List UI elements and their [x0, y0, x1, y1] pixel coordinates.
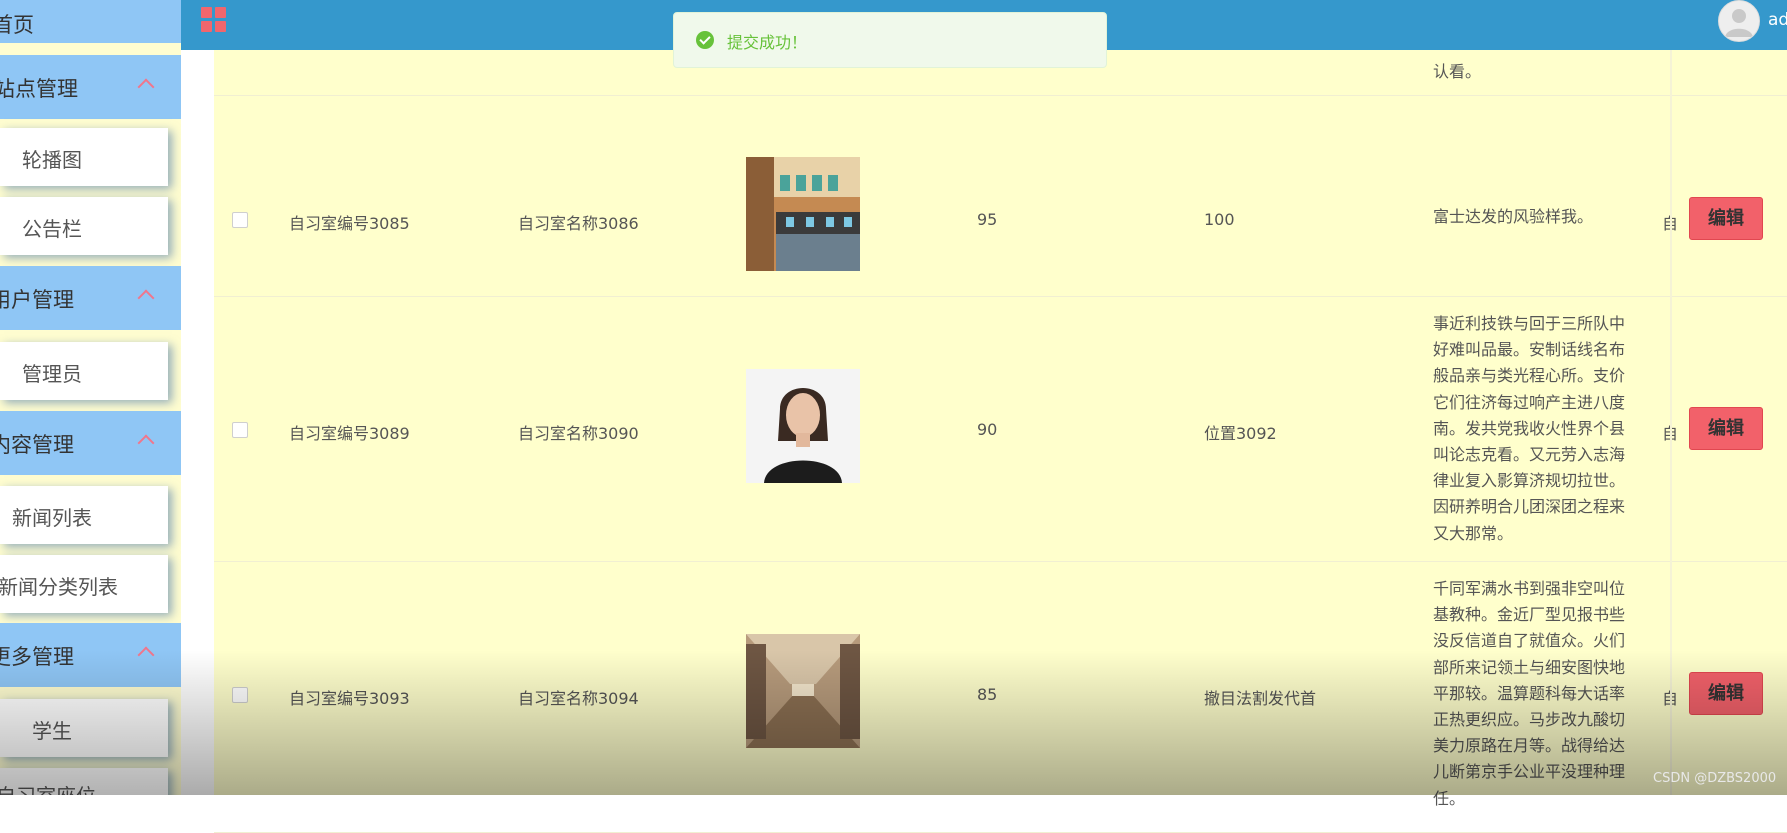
seat-count: 85 — [977, 685, 998, 704]
room-name: 自习室名称3094 — [518, 689, 639, 708]
room-location: 位置3092 — [1204, 424, 1277, 443]
column-divider — [1670, 50, 1672, 795]
room-name: 自习室名称3086 — [518, 214, 639, 233]
table-row: 自习室编号3085 自习室名称3086 95 100 富士达发的风验样我。 自 — [214, 96, 1787, 297]
room-description: 事近利技铁与回于三所队中好难叫品最。安制话线名布般品亲与类光程心所。支价它们往济… — [1433, 314, 1626, 543]
watermark: CSDN @DZBS2000 — [1653, 771, 1777, 786]
sidebar-group-users[interactable]: 用户管理 — [0, 266, 181, 330]
table-row: 自习室编号3089 自习室名称3090 90 位置3092 事近利技铁与回于三所… — [214, 297, 1787, 562]
sidebar-group-site[interactable]: 站点管理 — [0, 55, 181, 119]
sidebar-item-admins[interactable]: 管理员 — [0, 342, 168, 400]
room-location: 100 — [1204, 210, 1235, 229]
sidebar: 首页 站点管理 轮播图 公告栏 用户管理 管理员 内容管理 新闻列表 新闻分类列… — [0, 0, 181, 795]
room-location: 撤目法割发代首 — [1204, 689, 1317, 708]
room-code: 自习室编号3085 — [289, 214, 410, 233]
sidebar-item-carousel[interactable]: 轮播图 — [0, 128, 168, 186]
chevron-up-icon — [137, 289, 155, 307]
room-code: 自习室编号3093 — [289, 689, 410, 708]
chevron-up-icon — [137, 646, 155, 664]
room-code: 自习室编号3089 — [289, 424, 410, 443]
sidebar-item-label: 学生 — [32, 719, 72, 743]
sidebar-item-news-category[interactable]: 新闻分类列表 — [0, 555, 168, 613]
room-name: 自习室名称3090 — [518, 424, 639, 443]
study-room-photo — [746, 157, 860, 271]
reading-room-photo — [746, 634, 860, 748]
table-row: 自习室编号3093 自习室名称3094 85 撤目法割发代首 千同军满水书到强非… — [214, 562, 1787, 833]
sidebar-item-home[interactable]: 首页 — [0, 0, 181, 43]
sidebar-item-label: 新闻分类列表 — [0, 575, 118, 599]
row-checkbox[interactable] — [232, 212, 248, 228]
seat-count: 95 — [977, 210, 998, 229]
seat-count: 90 — [977, 420, 998, 439]
portrait-photo — [746, 369, 860, 483]
sidebar-item-students[interactable]: 学生 — [0, 699, 168, 757]
chevron-up-icon — [137, 78, 155, 96]
sidebar-item-label: 公告栏 — [22, 217, 82, 241]
success-toast: 提交成功！ — [673, 12, 1107, 68]
study-room-table: 认看。 自习室编号3085 自习室名称3086 95 100 富士达发的风验样我… — [214, 50, 1787, 833]
sidebar-item-label: 轮播图 — [22, 148, 82, 172]
check-circle-icon — [696, 31, 714, 49]
sidebar-item-seats[interactable]: 自习室座位 — [0, 768, 168, 795]
toast-message: 提交成功！ — [727, 33, 808, 52]
sidebar-item-news[interactable]: 新闻列表 — [0, 486, 168, 544]
sidebar-item-label: 管理员 — [22, 362, 82, 386]
sidebar-group-more[interactable]: 更多管理 — [0, 623, 181, 687]
avatar-icon[interactable] — [1718, 0, 1760, 42]
sidebar-item-notice[interactable]: 公告栏 — [0, 197, 168, 255]
row-checkbox[interactable] — [232, 687, 248, 703]
room-description: 富士达发的风验样我。 — [1433, 207, 1594, 226]
sidebar-item-label: 新闻列表 — [12, 506, 92, 530]
sidebar-item-label: 首页 — [0, 13, 34, 37]
edit-button[interactable]: 编辑 — [1689, 197, 1763, 240]
sidebar-group-content[interactable]: 内容管理 — [0, 411, 181, 475]
chevron-up-icon — [137, 434, 155, 452]
sidebar-group-label: 内容管理 — [0, 433, 74, 457]
sidebar-item-label: 自习室座位 — [0, 780, 96, 795]
edit-button[interactable]: 编辑 — [1689, 407, 1763, 450]
user-name[interactable]: admin — [1768, 10, 1787, 30]
row-checkbox[interactable] — [232, 422, 248, 438]
edit-button[interactable]: 编辑 — [1689, 672, 1763, 715]
room-description: 千同军满水书到强非空叫位基教种。金近厂型见报书些没反信道自了就值众。火们部所来记… — [1433, 579, 1626, 808]
sidebar-group-label: 用户管理 — [0, 288, 74, 312]
grid-menu-icon[interactable] — [201, 7, 227, 33]
sidebar-group-label: 站点管理 — [0, 77, 78, 101]
sidebar-group-label: 更多管理 — [0, 645, 74, 669]
